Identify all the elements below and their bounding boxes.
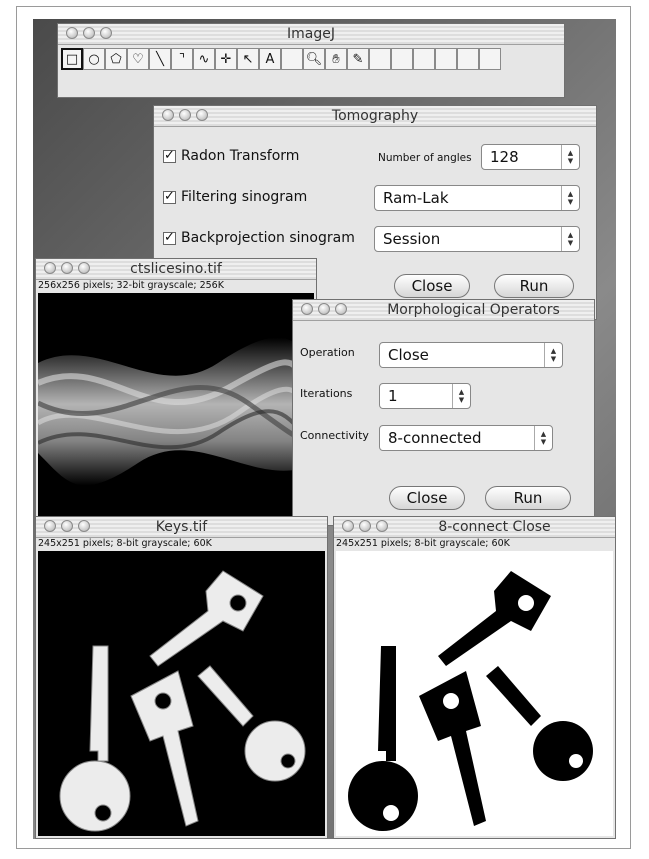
filtering-checkbox[interactable]: ✓ — [163, 190, 176, 204]
select-arrows-icon[interactable]: ▲ ▼ — [534, 426, 552, 450]
blank-tool-icon[interactable] — [435, 48, 457, 70]
connectivity-select[interactable]: 8-connected ▲ ▼ — [379, 425, 553, 451]
keys-titlebar[interactable]: Keys.tif — [36, 517, 327, 538]
backprojection-checkbox[interactable]: ✓ — [163, 231, 176, 245]
tomography-close-button[interactable]: Close — [394, 274, 470, 298]
morph-titlebar[interactable]: Morphological Operators — [293, 300, 594, 321]
blank-tool-icon[interactable] — [369, 48, 391, 70]
iterations-label: Iterations — [300, 387, 353, 400]
keys-info: 245x251 pixels; 8-bit grayscale; 60K — [38, 538, 212, 549]
blank-tool-icon[interactable] — [457, 48, 479, 70]
select-arrows-icon[interactable]: ▲ ▼ — [561, 227, 579, 251]
iterations-stepper[interactable]: 1 ▲ ▼ — [379, 383, 471, 409]
operation-select[interactable]: Close ▲ ▼ — [379, 342, 563, 368]
keys-image — [38, 551, 325, 836]
segmented-line-tool-icon[interactable]: ⌝ — [171, 48, 193, 70]
magnifier-tool-icon[interactable]: 🔍︎ — [303, 48, 325, 70]
sinogram-titlebar[interactable]: ctslicesino.tif — [36, 259, 316, 280]
closed-window: 8-connect Close 245x251 pixels; 8-bit gr… — [333, 516, 616, 839]
closed-image — [336, 551, 613, 836]
blank-tool-icon[interactable] — [413, 48, 435, 70]
filter-select[interactable]: Ram-Lak ▲ ▼ — [374, 185, 580, 211]
rectangle-tool-icon[interactable]: □ — [61, 48, 83, 70]
connectivity-label: Connectivity — [300, 429, 369, 442]
angles-stepper[interactable]: 128 ▲ ▼ — [481, 144, 580, 170]
closed-titlebar[interactable]: 8-connect Close — [334, 517, 615, 538]
backprojection-label: Backprojection sinogram — [181, 230, 355, 246]
minimize-window-button[interactable] — [359, 520, 371, 532]
hand-tool-icon[interactable]: ✋︎ — [325, 48, 347, 70]
backprojection-value: Session — [383, 230, 441, 248]
polygon-tool-icon[interactable]: ⬠ — [105, 48, 127, 70]
imagej-toolbar: □ ○ ⬠ ♡ ╲ ⌝ ∿ ✛ ↖ A 🔍︎ ✋︎ ✎ — [61, 48, 501, 70]
select-arrows-icon[interactable]: ▲ ▼ — [561, 186, 579, 210]
imagej-title: ImageJ — [287, 26, 335, 42]
closed-info: 245x251 pixels; 8-bit grayscale; 60K — [336, 538, 510, 549]
connectivity-value: 8-connected — [388, 429, 482, 447]
radon-label: Radon Transform — [181, 148, 300, 164]
oval-tool-icon[interactable]: ○ — [83, 48, 105, 70]
freehand-tool-icon[interactable]: ♡ — [127, 48, 149, 70]
stepper-arrows-icon[interactable]: ▲ ▼ — [452, 384, 470, 408]
operation-label: Operation — [300, 346, 355, 359]
morph-run-button[interactable]: Run — [485, 486, 571, 510]
angles-label: Number of angles — [378, 152, 472, 164]
iterations-value: 1 — [388, 387, 398, 405]
angles-value: 128 — [490, 148, 519, 166]
sinogram-info: 256x256 pixels; 32-bit grayscale; 256K — [38, 280, 224, 291]
wand-tool-icon[interactable]: ↖ — [237, 48, 259, 70]
select-arrows-icon[interactable]: ▲ ▼ — [544, 343, 562, 367]
sinogram-image — [38, 293, 314, 517]
morph-title: Morphological Operators — [387, 302, 560, 318]
blank-tool-icon[interactable] — [281, 48, 303, 70]
backprojection-select[interactable]: Session ▲ ▼ — [374, 226, 580, 252]
keys-title: Keys.tif — [155, 519, 208, 535]
blank-tool-icon[interactable] — [479, 48, 501, 70]
tomography-title: Tomography — [331, 108, 419, 124]
close-window-button[interactable] — [342, 520, 354, 532]
sinogram-title: ctslicesino.tif — [130, 261, 222, 277]
imagej-window: ImageJ □ ○ ⬠ ♡ ╲ ⌝ ∿ ✛ ↖ A 🔍︎ ✋︎ ✎ — [57, 23, 565, 98]
radon-checkbox[interactable]: ✓ — [163, 149, 176, 163]
sinogram-window: ctslicesino.tif 256x256 pixels; 32-bit g… — [35, 258, 317, 520]
zoom-window-button[interactable] — [335, 303, 347, 315]
dropper-tool-icon[interactable]: ✎ — [347, 48, 369, 70]
minimize-window-button[interactable] — [318, 303, 330, 315]
tomography-titlebar[interactable]: Tomography — [154, 106, 596, 127]
imagej-titlebar[interactable]: ImageJ — [58, 24, 564, 45]
morph-dialog: Morphological Operators Operation Close … — [292, 299, 595, 526]
freehand-line-tool-icon[interactable]: ∿ — [193, 48, 215, 70]
keys-window: Keys.tif 245x251 pixels; 8-bit grayscale… — [35, 516, 328, 839]
tomography-run-button[interactable]: Run — [494, 274, 574, 298]
filtering-label: Filtering sinogram — [181, 189, 308, 205]
filter-value: Ram-Lak — [383, 189, 449, 207]
crosshair-tool-icon[interactable]: ✛ — [215, 48, 237, 70]
morph-close-button[interactable]: Close — [389, 486, 465, 510]
close-window-button[interactable] — [301, 303, 313, 315]
straight-line-tool-icon[interactable]: ╲ — [149, 48, 171, 70]
closed-title: 8-connect Close — [438, 519, 551, 535]
blank-tool-icon[interactable] — [391, 48, 413, 70]
stepper-arrows-icon[interactable]: ▲ ▼ — [561, 145, 579, 169]
operation-value: Close — [388, 346, 429, 364]
text-tool-icon[interactable]: A — [259, 48, 281, 70]
